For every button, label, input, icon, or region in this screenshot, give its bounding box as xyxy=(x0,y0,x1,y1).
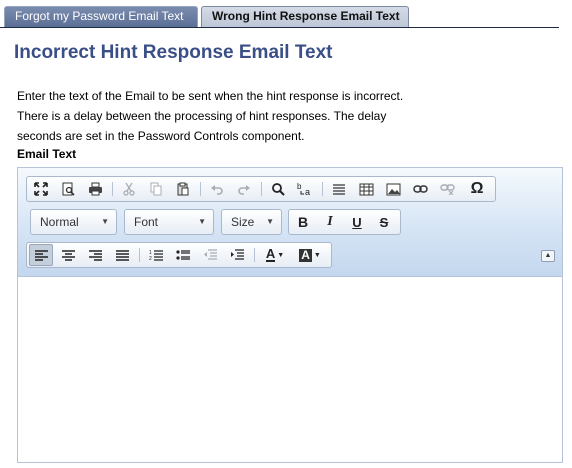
size-select[interactable]: Size ▼ xyxy=(221,209,282,235)
size-select-value: Size xyxy=(231,215,255,229)
chevron-down-icon: ▼ xyxy=(266,217,274,226)
description: Enter the text of the Email to be sent w… xyxy=(17,86,437,146)
toolbar-separator xyxy=(200,182,201,196)
collapse-toolbar-icon[interactable]: ▲ xyxy=(541,250,555,262)
align-center-icon[interactable] xyxy=(56,244,80,266)
image-icon[interactable] xyxy=(381,178,405,200)
toolbar-row-1: ba Ω xyxy=(26,176,496,202)
find-icon[interactable] xyxy=(266,178,290,200)
toolbar-separator xyxy=(112,182,113,196)
background-color-icon: A xyxy=(299,247,312,262)
align-left-icon[interactable] xyxy=(29,244,53,266)
special-character-icon[interactable]: Ω xyxy=(465,178,489,200)
editor-toolbar: ba Ω Normal ▼ Font ▼ Size ▼ B I U S 1 2 … xyxy=(18,168,562,277)
link-icon[interactable] xyxy=(408,178,432,200)
redo-icon[interactable] xyxy=(232,178,256,200)
text-color-button[interactable]: A ▼ xyxy=(260,244,290,266)
rich-text-editor: ba Ω Normal ▼ Font ▼ Size ▼ B I U S 1 2 … xyxy=(17,167,563,463)
bulleted-list-icon[interactable] xyxy=(171,244,195,266)
description-line: seconds are set in the Password Controls… xyxy=(17,129,305,143)
svg-text:2: 2 xyxy=(149,256,152,261)
text-color-icon: A xyxy=(265,246,276,262)
toolbar-separator xyxy=(261,182,262,196)
strikethrough-button[interactable]: S xyxy=(372,211,396,233)
cut-icon[interactable] xyxy=(117,178,141,200)
horizontal-rule-icon[interactable] xyxy=(327,178,351,200)
chevron-down-icon: ▼ xyxy=(277,251,285,259)
maximize-icon[interactable] xyxy=(29,178,53,200)
chevron-down-icon: ▼ xyxy=(101,217,109,226)
font-select-value: Font xyxy=(134,215,159,229)
description-line: There is a delay between the processing … xyxy=(17,109,387,123)
text-style-group: B I U S xyxy=(288,209,401,235)
align-right-icon[interactable] xyxy=(83,244,107,266)
undo-icon[interactable] xyxy=(205,178,229,200)
tab-wrong-hint-response-email[interactable]: Wrong Hint Response Email Text xyxy=(201,6,409,28)
bold-button[interactable]: B xyxy=(291,211,315,233)
toolbar-row-2: Normal ▼ Font ▼ Size ▼ xyxy=(26,209,326,235)
toolbar-row-3: 12 A ▼ A ▼ xyxy=(26,242,332,268)
copy-icon[interactable] xyxy=(144,178,168,200)
font-select[interactable]: Font ▼ xyxy=(124,209,214,235)
paste-icon[interactable] xyxy=(171,178,195,200)
description-line: Enter the text of the Email to be sent w… xyxy=(17,89,404,103)
preview-icon[interactable] xyxy=(56,178,80,200)
decrease-indent-icon[interactable] xyxy=(198,244,222,266)
underline-button[interactable]: U xyxy=(345,211,369,233)
unlink-icon[interactable] xyxy=(435,178,459,200)
toolbar-separator xyxy=(254,248,255,262)
italic-button[interactable]: I xyxy=(318,211,342,233)
align-justify-icon[interactable] xyxy=(110,244,134,266)
tab-forgot-password-email[interactable]: Forgot my Password Email Text xyxy=(4,6,198,27)
format-select-value: Normal xyxy=(40,215,79,229)
tab-underline xyxy=(0,27,559,28)
email-text-body[interactable] xyxy=(18,277,562,462)
table-icon[interactable] xyxy=(354,178,378,200)
page-title: Incorrect Hint Response Email Text xyxy=(14,42,333,63)
email-text-label: Email Text xyxy=(17,147,77,161)
svg-text:a: a xyxy=(305,187,310,196)
toolbar-separator xyxy=(322,182,323,196)
toolbar-separator xyxy=(139,248,140,262)
chevron-down-icon: ▼ xyxy=(198,217,206,226)
svg-text:b: b xyxy=(297,182,302,191)
increase-indent-icon[interactable] xyxy=(225,244,249,266)
tab-bar: Forgot my Password Email Text Wrong Hint… xyxy=(0,0,572,28)
chevron-down-icon: ▼ xyxy=(313,251,321,259)
format-select[interactable]: Normal ▼ xyxy=(30,209,117,235)
numbered-list-icon[interactable]: 12 xyxy=(144,244,168,266)
background-color-button[interactable]: A ▼ xyxy=(295,244,325,266)
print-icon[interactable] xyxy=(83,178,107,200)
replace-icon[interactable]: ba xyxy=(293,178,317,200)
